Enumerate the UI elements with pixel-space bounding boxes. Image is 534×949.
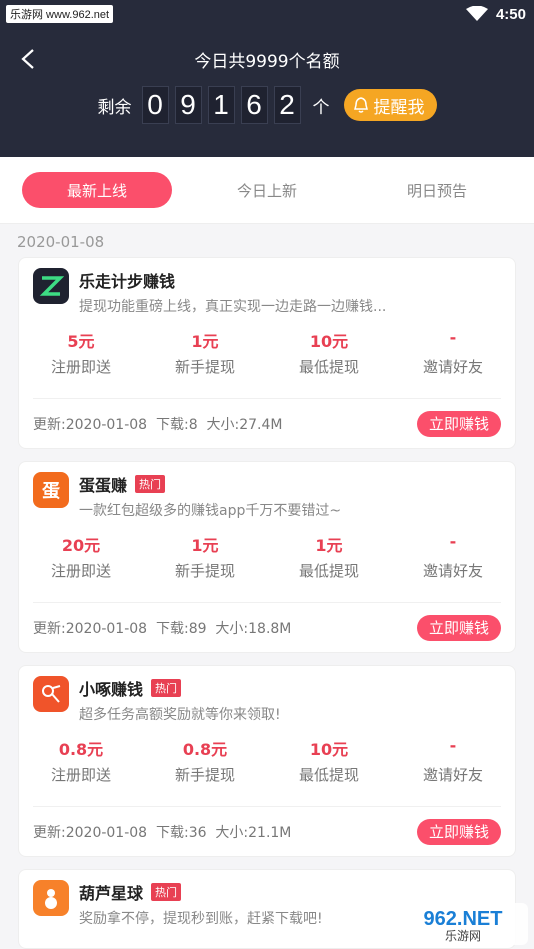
remaining-label: 剩余 xyxy=(97,97,132,118)
tab-latest[interactable]: 最新上线 xyxy=(22,172,172,208)
bird-logo-icon xyxy=(33,676,69,712)
stat-value: 20元 xyxy=(61,536,101,555)
reward-stats: 0.8元注册即送 0.8元新手提现 10元最低提现 - 邀请好友 xyxy=(19,736,515,785)
stat-label: 新手提现 xyxy=(174,358,235,376)
stat-value: 10元 xyxy=(309,332,349,351)
status-bar: 乐游网 www.962.net 4:50 xyxy=(0,0,534,28)
hot-badge: 热门 xyxy=(135,475,166,493)
app-card[interactable]: 蛋 蛋蛋赚 热门 一款红包超级多的赚钱app千万不要错过~ 20元注册即送 1元新… xyxy=(18,461,516,653)
app-description: 超多任务高额奖励就等你来领取! xyxy=(79,707,281,723)
stat-label: 注册即送 xyxy=(50,358,111,376)
earn-now-button[interactable]: 立即赚钱 xyxy=(416,614,501,641)
stat-value: 10元 xyxy=(309,740,349,759)
app-name: 小啄赚钱 xyxy=(79,680,144,699)
app-card[interactable]: 小啄赚钱 热门 超多任务高额奖励就等你来领取! 0.8元注册即送 0.8元新手提现… xyxy=(18,665,516,857)
bell-icon xyxy=(353,97,368,113)
tab-bar: 最新上线 今日上新 明日预告 xyxy=(0,157,534,224)
stat-value: 1元 xyxy=(315,536,343,555)
app-name: 乐走计步赚钱 xyxy=(79,272,176,291)
app-name: 葫芦星球 xyxy=(79,884,144,903)
app-description: 一款红包超级多的赚钱app千万不要错过~ xyxy=(79,503,342,519)
remind-me-button[interactable]: 提醒我 xyxy=(343,89,437,121)
stat-value: 0.8元 xyxy=(58,740,104,759)
app-description: 提现功能重磅上线，真正实现一边走路一边赚钱... xyxy=(79,299,387,315)
app-meta: 更新:2020-01-08 下载:89 大小:18.8M xyxy=(33,620,292,637)
section-date: 2020-01-08 xyxy=(17,233,105,251)
counter-digit: 6 xyxy=(240,86,268,124)
stat-label: 邀请好友 xyxy=(422,562,483,580)
stat-label: 最低提现 xyxy=(298,766,359,784)
nav-bar: 今日共9999个名额 xyxy=(0,28,534,90)
earn-now-button[interactable]: 立即赚钱 xyxy=(416,410,501,437)
app-meta: 更新:2020-01-08 下载:36 大小:21.1M xyxy=(33,824,292,841)
stat-label: 注册即送 xyxy=(50,562,111,580)
site-tag: 乐游网 www.962.net xyxy=(6,5,114,23)
wifi-icon xyxy=(465,6,488,21)
clock: 4:50 xyxy=(495,5,526,23)
counter-digit: 0 xyxy=(141,86,169,124)
svg-text:乐游网: 乐游网 xyxy=(445,929,481,943)
stat-value: 1元 xyxy=(191,536,219,555)
stat-label: 注册即送 xyxy=(50,766,111,784)
stat-label: 邀请好友 xyxy=(422,766,483,784)
svg-text:962.NET: 962.NET xyxy=(424,908,503,930)
remind-me-label: 提醒我 xyxy=(373,97,425,118)
stat-value: - xyxy=(449,736,457,755)
header: 乐游网 www.962.net 4:50 今日共9999个名额 剩余 0 9 1… xyxy=(0,0,534,157)
stat-label: 邀请好友 xyxy=(422,358,483,376)
quota-counter: 剩余 0 9 1 6 2 个 提醒我 xyxy=(0,86,534,124)
stat-value: - xyxy=(449,532,457,551)
earn-now-button[interactable]: 立即赚钱 xyxy=(416,818,501,845)
stat-value: 0.8元 xyxy=(182,740,228,759)
tab-today[interactable]: 今日上新 xyxy=(192,172,342,208)
egg-logo-icon: 蛋 xyxy=(33,472,69,508)
counter-digit: 9 xyxy=(174,86,202,124)
page-title: 今日共9999个名额 xyxy=(194,51,340,72)
stat-label: 最低提现 xyxy=(298,358,359,376)
stat-label: 最低提现 xyxy=(298,562,359,580)
hot-badge: 热门 xyxy=(151,883,182,901)
app-card[interactable]: 乐走计步赚钱 提现功能重磅上线，真正实现一边走路一边赚钱... 5元注册即送 1… xyxy=(18,257,516,449)
gourd-logo-icon xyxy=(33,880,69,916)
app-meta: 更新:2020-01-08 下载:8 大小:27.4M xyxy=(33,416,283,433)
site-watermark-logo: 962.NET 乐游网 xyxy=(398,903,528,945)
stat-value: 5元 xyxy=(67,332,95,351)
hot-badge: 热门 xyxy=(151,679,182,697)
reward-stats: 20元注册即送 1元新手提现 1元最低提现 - 邀请好友 xyxy=(19,532,515,581)
reward-stats: 5元注册即送 1元新手提现 10元最低提现 - 邀请好友 xyxy=(19,328,515,377)
z-logo-icon xyxy=(33,268,69,304)
stat-value: 1元 xyxy=(191,332,219,351)
back-arrow-icon[interactable] xyxy=(18,48,40,70)
counter-digit: 2 xyxy=(273,86,301,124)
stat-label: 新手提现 xyxy=(174,562,235,580)
stat-label: 新手提现 xyxy=(174,766,235,784)
app-name: 蛋蛋赚 xyxy=(79,476,128,495)
counter-unit: 个 xyxy=(312,97,330,118)
stat-value: - xyxy=(449,328,457,347)
tab-tomorrow[interactable]: 明日预告 xyxy=(362,172,512,208)
counter-digit: 1 xyxy=(207,86,235,124)
